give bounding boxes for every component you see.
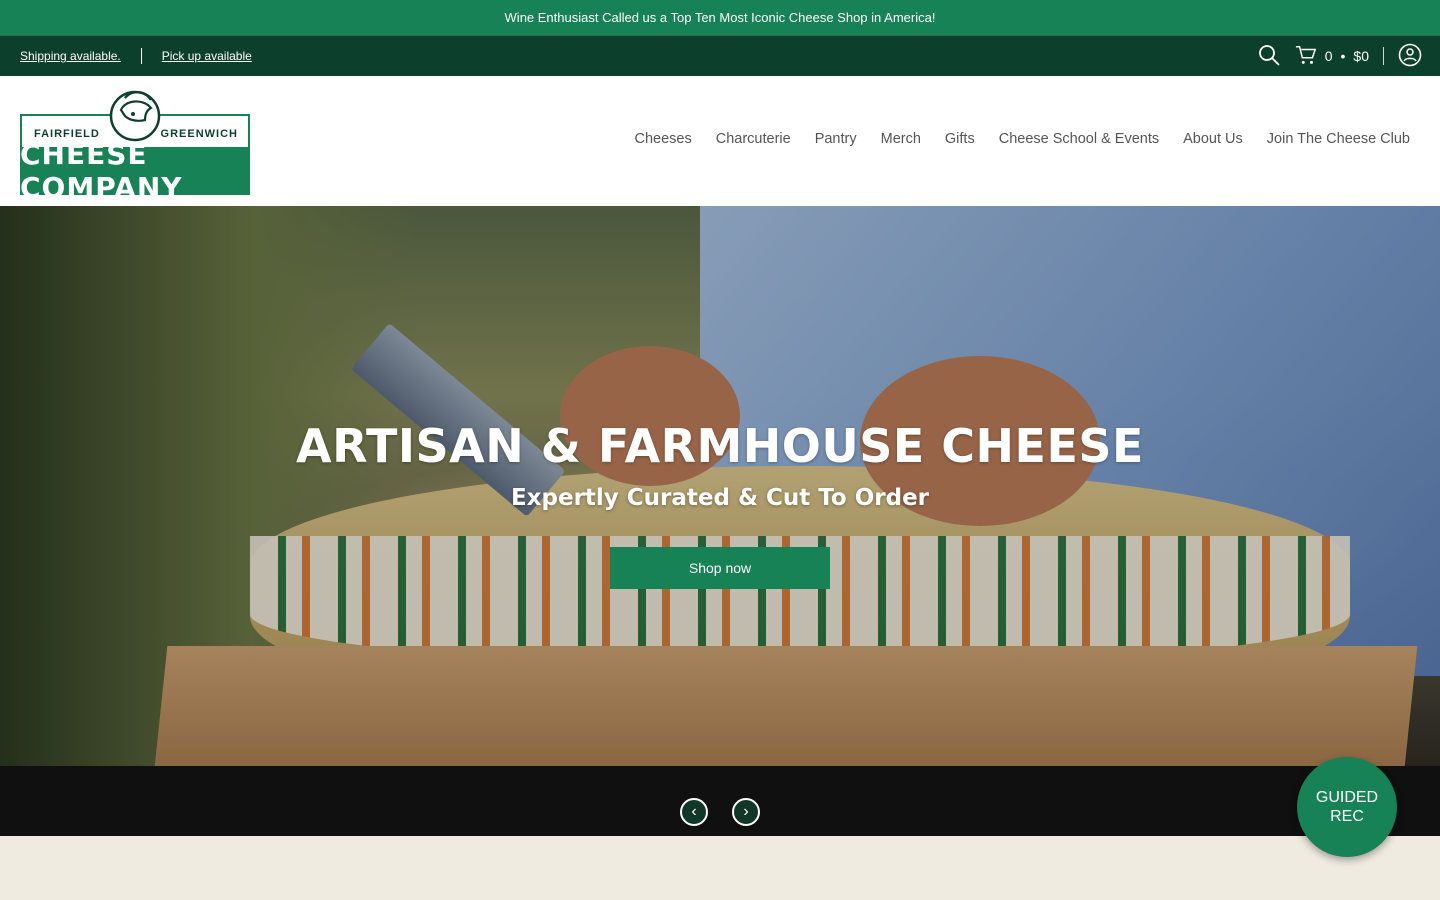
cart-total: $0 — [1353, 48, 1369, 64]
announcement-bar: Wine Enthusiast Called us a Top Ten Most… — [0, 0, 1440, 35]
chevron-right-icon[interactable]: › — [732, 798, 760, 826]
hero-overlay — [0, 206, 1440, 836]
logo-main-text: CHEESE COMPANY — [20, 138, 250, 204]
guided-rec-button[interactable]: GUIDED REC — [1297, 757, 1397, 857]
announcement-text: Wine Enthusiast Called us a Top Ten Most… — [504, 10, 936, 25]
nav-item-gifts[interactable]: Gifts — [945, 131, 975, 147]
search-icon[interactable] — [1257, 43, 1281, 70]
logo[interactable]: FAIRFIELD GREENWICH CHEESE COMPANY — [20, 86, 250, 204]
chevron-left-icon[interactable]: ‹ — [680, 798, 708, 826]
utility-bar: Shipping available. Pick up available 0 … — [0, 35, 1440, 76]
cart-icon — [1295, 44, 1317, 69]
nav-item-merch[interactable]: Merch — [881, 131, 921, 147]
nav-item-pantry[interactable]: Pantry — [815, 131, 857, 147]
site-header: FAIRFIELD GREENWICH CHEESE COMPANY Chees… — [0, 76, 1440, 206]
nav-item-cheese-school[interactable]: Cheese School & Events — [999, 131, 1159, 147]
guided-rec-line2: REC — [1330, 808, 1364, 825]
main-nav: Cheeses Charcuterie Pantry Merch Gifts C… — [635, 131, 1411, 147]
hero-subtitle: Expertly Curated & Cut To Order — [510, 485, 930, 511]
account-icon[interactable] — [1398, 43, 1422, 70]
goat-logo-icon — [109, 90, 161, 142]
guided-rec-line1: GUIDED — [1315, 789, 1379, 806]
cart-dot: • — [1340, 48, 1346, 64]
pickup-link[interactable]: Pick up available — [162, 49, 252, 63]
nav-item-cheese-club[interactable]: Join The Cheese Club — [1267, 131, 1410, 147]
cart-button[interactable]: 0 • $0 — [1295, 44, 1369, 69]
nav-item-charcuterie[interactable]: Charcuterie — [716, 131, 791, 147]
nav-item-about[interactable]: About Us — [1183, 131, 1243, 147]
slide-controls: ‹ › — [680, 798, 760, 826]
shop-now-button[interactable]: Shop now — [610, 547, 830, 589]
cart-count: 0 — [1324, 48, 1333, 64]
hero-title: ARTISAN & FARMHOUSE CHEESE — [296, 419, 1144, 473]
nav-item-cheeses[interactable]: Cheeses — [635, 131, 692, 147]
hero-slideshow: ARTISAN & FARMHOUSE CHEESE Expertly Cura… — [0, 206, 1440, 836]
shipping-link[interactable]: Shipping available. — [20, 49, 121, 63]
divider — [1383, 47, 1384, 65]
divider — [140, 48, 142, 64]
